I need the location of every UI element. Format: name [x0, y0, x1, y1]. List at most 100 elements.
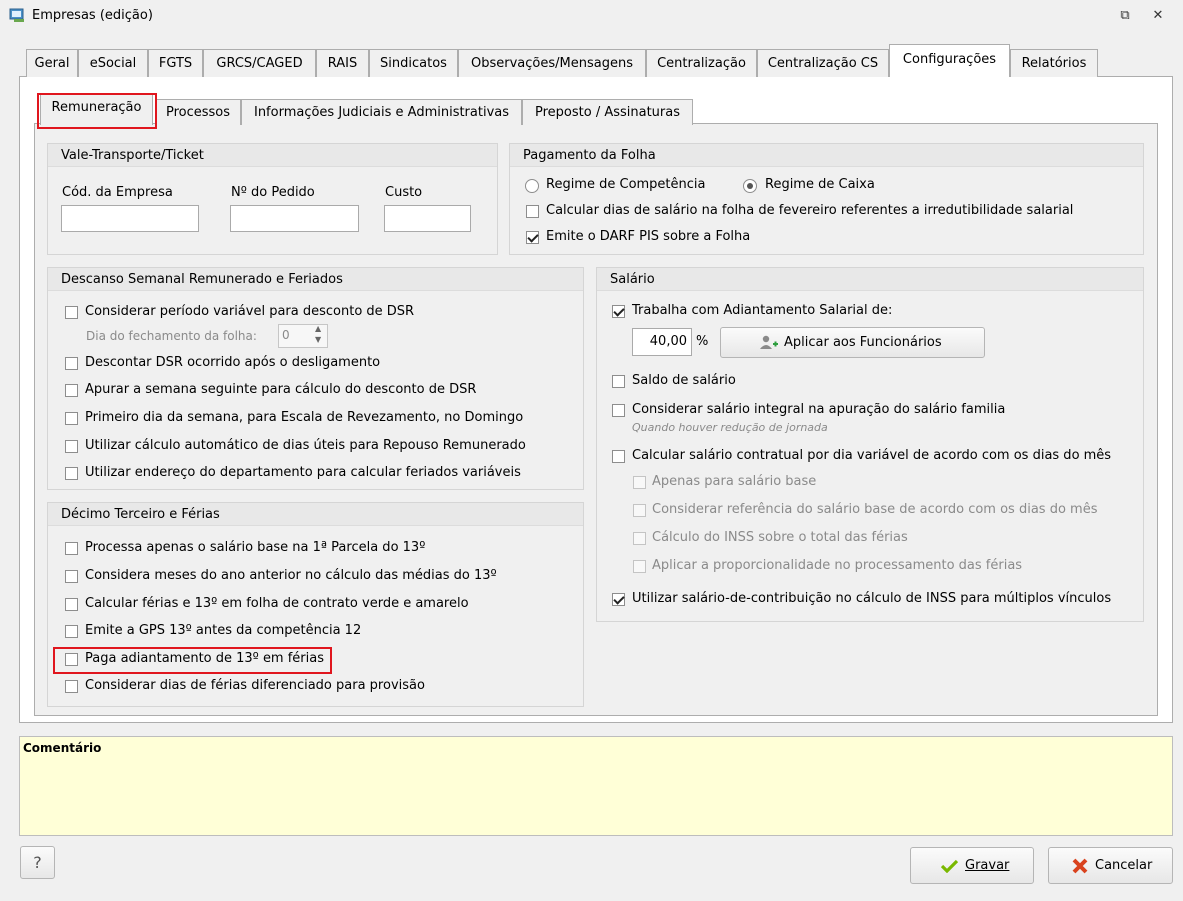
- highlight-box: [37, 93, 157, 129]
- saldo-checkbox[interactable]: [612, 375, 625, 388]
- comment-area[interactable]: Comentário: [19, 736, 1173, 836]
- sub-option-checkbox[interactable]: [633, 532, 646, 545]
- chevron-up-icon[interactable]: ▲: [315, 324, 321, 333]
- calcular-fevereiro-label[interactable]: Calcular dias de salário na folha de fev…: [546, 203, 1073, 218]
- sub-option-label: Cálculo do INSS sobre o total das férias: [652, 530, 908, 545]
- group-title: Salário: [597, 268, 1143, 291]
- percent-symbol: %: [696, 334, 709, 349]
- salario-group: Salário Trabalha com Adiantamento Salari…: [596, 267, 1144, 622]
- percent-value: 40,00: [649, 334, 687, 349]
- pedido-label: Nº do Pedido: [231, 185, 315, 200]
- decimo-label[interactable]: Calcular férias e 13º em folha de contra…: [85, 596, 469, 611]
- tab-centralizacao[interactable]: Centralização: [646, 49, 757, 77]
- dsr-checkbox[interactable]: [65, 440, 78, 453]
- fechamento-label: Dia do fechamento da folha:: [86, 329, 257, 343]
- adiantamento-label[interactable]: Trabalha com Adiantamento Salarial de:: [632, 303, 892, 318]
- close-icon[interactable]: ✕: [1150, 8, 1166, 24]
- dsr-checkbox[interactable]: [65, 384, 78, 397]
- cancelar-label: Cancelar: [1095, 858, 1153, 873]
- integral-checkbox[interactable]: [612, 404, 625, 417]
- sub-option-label: Apenas para salário base: [652, 474, 817, 489]
- subtab-informacoes-judiciais[interactable]: Informações Judiciais e Administrativas: [241, 99, 522, 125]
- decimo-label[interactable]: Considera meses do ano anterior no cálcu…: [85, 568, 497, 583]
- sub-option-checkbox[interactable]: [633, 504, 646, 517]
- dsr-label[interactable]: Considerar período variável para descont…: [85, 304, 414, 319]
- sub-option-label: Aplicar a proporcionalidade no processam…: [652, 558, 1023, 573]
- aplicar-funcionarios-button[interactable]: Aplicar aos Funcionários: [720, 327, 985, 358]
- regime-competencia-label[interactable]: Regime de Competência: [546, 177, 706, 192]
- tab-rais[interactable]: RAIS: [316, 49, 369, 77]
- subtab-preposto[interactable]: Preposto / Assinaturas: [522, 99, 693, 125]
- integral-label[interactable]: Considerar salário integral na apuração …: [632, 402, 1005, 417]
- chevron-down-icon[interactable]: ▼: [315, 335, 321, 344]
- decimo-label[interactable]: Considerar dias de férias diferenciado p…: [85, 678, 425, 693]
- regime-competencia-radio[interactable]: [525, 179, 539, 193]
- sub-option-checkbox[interactable]: [633, 476, 646, 489]
- contratual-label[interactable]: Calcular salário contratual por dia vari…: [632, 448, 1111, 463]
- pedido-input[interactable]: [230, 205, 359, 232]
- multiplos-vinculos-label[interactable]: Utilizar salário-de-contribuição no cálc…: [632, 591, 1111, 606]
- tab-sindicatos[interactable]: Sindicatos: [369, 49, 458, 77]
- dsr-label[interactable]: Descontar DSR ocorrido após o desligamen…: [85, 355, 380, 370]
- cancel-icon: [1072, 858, 1088, 874]
- tab-fgts[interactable]: FGTS: [148, 49, 203, 77]
- comment-title: Comentário: [23, 741, 102, 755]
- regime-caixa-label[interactable]: Regime de Caixa: [765, 177, 875, 192]
- dsr-checkbox[interactable]: [65, 306, 78, 319]
- vale-transporte-group: Vale-Transporte/Ticket Cód. da Empresa N…: [47, 143, 498, 255]
- dsr-checkbox[interactable]: [65, 412, 78, 425]
- multiplos-vinculos-checkbox[interactable]: [612, 593, 625, 606]
- dsr-label[interactable]: Primeiro dia da semana, para Escala de R…: [85, 410, 523, 425]
- adiantamento-percent-input[interactable]: 40,00: [632, 328, 692, 356]
- help-button[interactable]: ?: [20, 846, 55, 879]
- aplicar-label: Aplicar aos Funcionários: [784, 335, 942, 350]
- dsr-checkbox[interactable]: [65, 467, 78, 480]
- highlight-box: [53, 647, 332, 674]
- dsr-label[interactable]: Utilizar cálculo automático de dias útei…: [85, 438, 526, 453]
- gravar-label: Gravar: [965, 858, 1010, 873]
- contratual-checkbox[interactable]: [612, 450, 625, 463]
- decimo-checkbox[interactable]: [65, 598, 78, 611]
- group-title: Décimo Terceiro e Férias: [48, 503, 583, 526]
- decimo-checkbox[interactable]: [65, 542, 78, 555]
- dsr-label[interactable]: Utilizar endereço do departamento para c…: [85, 465, 521, 480]
- regime-caixa-radio[interactable]: [743, 179, 757, 193]
- tab-configuracoes[interactable]: Configurações: [889, 44, 1010, 77]
- tab-esocial[interactable]: eSocial: [78, 49, 148, 77]
- group-title: Pagamento da Folha: [510, 144, 1143, 167]
- decimo-checkbox[interactable]: [65, 680, 78, 693]
- darf-pis-checkbox[interactable]: [526, 231, 539, 244]
- custo-label: Custo: [385, 185, 423, 200]
- cancelar-button[interactable]: Cancelar: [1048, 847, 1173, 884]
- fechamento-spinner[interactable]: 0 ▲ ▼: [278, 324, 328, 348]
- sub-option-checkbox[interactable]: [633, 560, 646, 573]
- cod-empresa-input[interactable]: [61, 205, 199, 232]
- decimo-label[interactable]: Emite a GPS 13º antes da competência 12: [85, 623, 361, 638]
- app-icon: [9, 8, 24, 22]
- dsr-label[interactable]: Apurar a semana seguinte para cálculo do…: [85, 382, 476, 397]
- tab-geral[interactable]: Geral: [26, 49, 78, 77]
- fechamento-value: 0: [282, 328, 290, 342]
- calcular-fevereiro-checkbox[interactable]: [526, 205, 539, 218]
- decimo-checkbox[interactable]: [65, 570, 78, 583]
- darf-pis-label[interactable]: Emite o DARF PIS sobre a Folha: [546, 229, 750, 244]
- decimo-label[interactable]: Processa apenas o salário base na 1ª Par…: [85, 540, 425, 555]
- restore-icon[interactable]: ⧉: [1117, 8, 1133, 24]
- custo-input[interactable]: [384, 205, 471, 232]
- tab-centralizacao-cs[interactable]: Centralização CS: [757, 49, 889, 77]
- check-icon: [941, 859, 958, 873]
- sub-option-label: Considerar referência do salário base de…: [652, 502, 1098, 517]
- tab-relatorios[interactable]: Relatórios: [1010, 49, 1098, 77]
- tab-grcs-caged[interactable]: GRCS/CAGED: [203, 49, 316, 77]
- subtab-processos[interactable]: Processos: [155, 99, 241, 125]
- dsr-group: Descanso Semanal Remunerado e Feriados C…: [47, 267, 584, 490]
- decimo-checkbox[interactable]: [65, 625, 78, 638]
- pagamento-folha-group: Pagamento da Folha Regime de Competência…: [509, 143, 1144, 255]
- tab-observacoes[interactable]: Observações/Mensagens: [458, 49, 646, 77]
- dsr-checkbox[interactable]: [65, 357, 78, 370]
- user-add-icon: [760, 335, 778, 349]
- saldo-label[interactable]: Saldo de salário: [632, 373, 736, 388]
- integral-note: Quando houver redução de jornada: [632, 421, 828, 434]
- gravar-button[interactable]: Gravar: [910, 847, 1034, 884]
- adiantamento-checkbox[interactable]: [612, 305, 625, 318]
